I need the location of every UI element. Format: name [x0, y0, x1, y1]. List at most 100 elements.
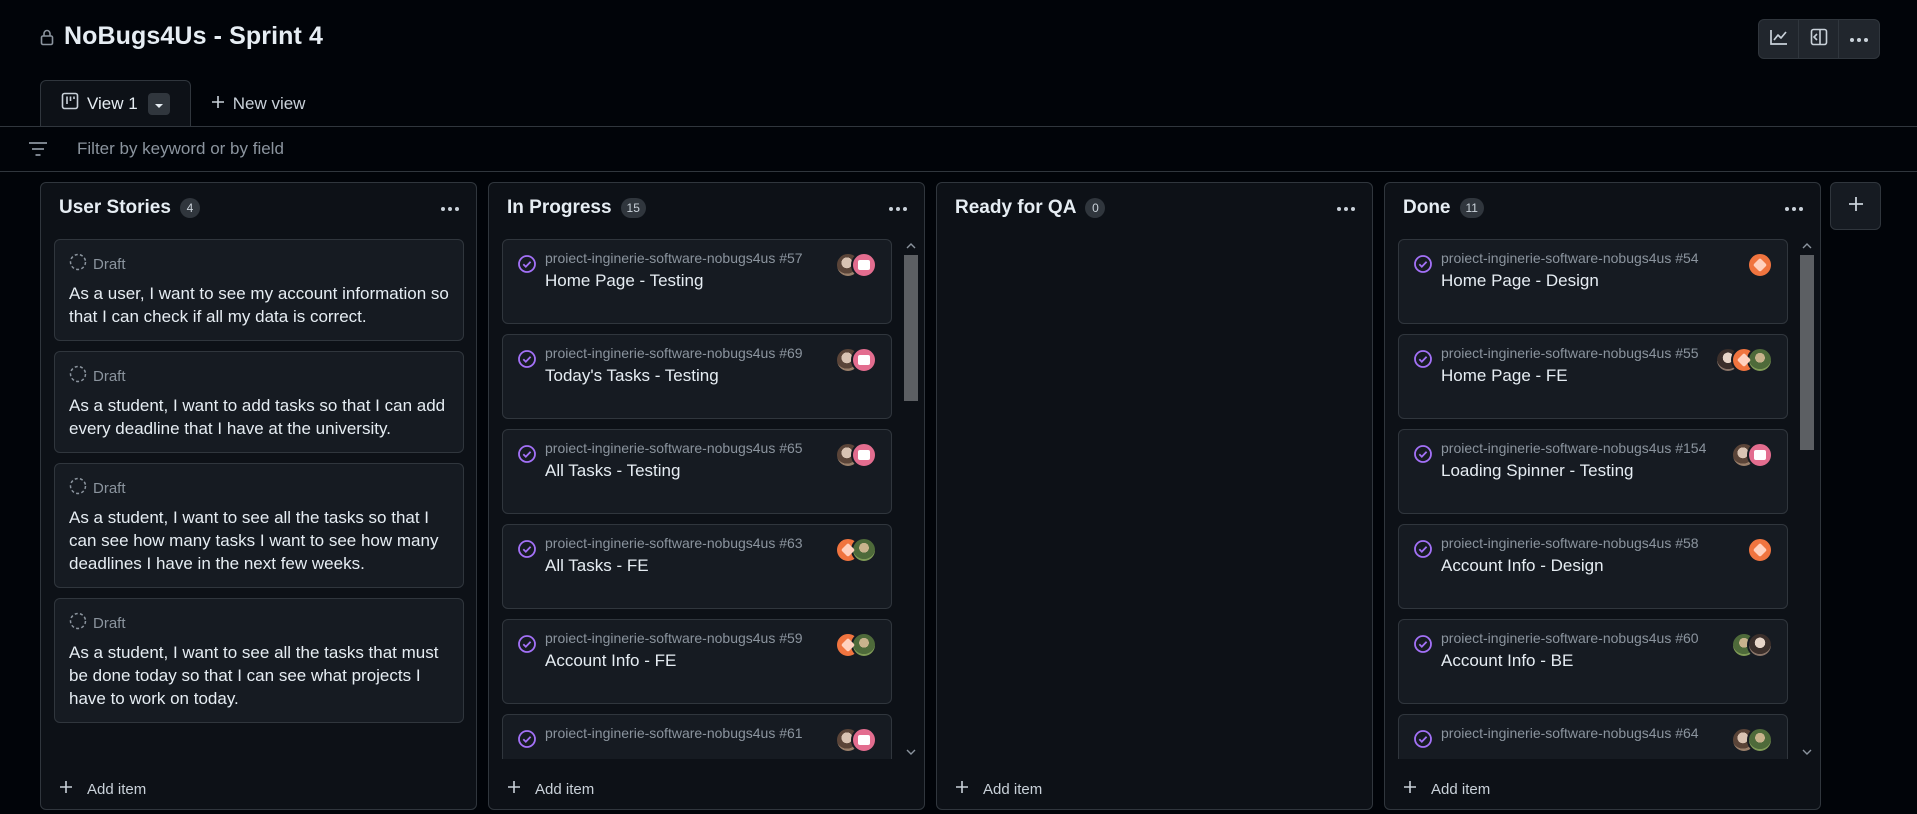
draft-card[interactable]: Draft As a student, I want to add tasks …	[54, 351, 464, 453]
issue-card[interactable]: proiect-inginerie-software-nobugs4us #63…	[502, 524, 892, 609]
column-menu-button[interactable]	[438, 197, 462, 219]
avatar[interactable]	[1747, 632, 1773, 658]
issue-reference[interactable]: proiect-inginerie-software-nobugs4us #15…	[1441, 439, 1726, 458]
card-text: As a student, I want to see all the task…	[69, 643, 439, 708]
kebab-horizontal-icon	[1849, 30, 1869, 48]
issue-title[interactable]: Account Info - BE	[1441, 651, 1726, 671]
issue-title[interactable]: Account Info - Design	[1441, 556, 1726, 576]
chevron-down-icon[interactable]	[902, 745, 920, 759]
issue-card[interactable]: proiect-inginerie-software-nobugs4us #64	[1398, 714, 1788, 759]
issue-title[interactable]: Today's Tasks - Testing	[545, 366, 830, 386]
insights-button[interactable]	[1759, 20, 1799, 58]
scrollbar[interactable]	[902, 239, 920, 759]
avatar[interactable]	[851, 632, 877, 658]
project-title-group: NoBugs4Us - Sprint 4	[40, 22, 323, 51]
issue-card[interactable]: proiect-inginerie-software-nobugs4us #55…	[1398, 334, 1788, 419]
column-count-badge: 11	[1459, 198, 1484, 218]
issue-row: proiect-inginerie-software-nobugs4us #64	[1413, 724, 1773, 754]
column-header: User Stories 4	[41, 183, 476, 233]
column-header: Ready for QA 0	[937, 183, 1372, 233]
issue-row: proiect-inginerie-software-nobugs4us #57…	[517, 249, 877, 291]
add-item-button[interactable]: Add item	[507, 777, 594, 801]
issue-reference[interactable]: proiect-inginerie-software-nobugs4us #63	[545, 534, 830, 553]
new-view-button[interactable]: New view	[191, 81, 326, 126]
view-options-button[interactable]	[147, 92, 170, 115]
filter-icon[interactable]	[28, 141, 52, 157]
issue-card[interactable]: proiect-inginerie-software-nobugs4us #57…	[502, 239, 892, 324]
add-item-button[interactable]: Add item	[955, 777, 1042, 801]
issue-title[interactable]: All Tasks - Testing	[545, 461, 830, 481]
draft-card[interactable]: Draft As a student, I want to see all th…	[54, 463, 464, 588]
avatar[interactable]	[851, 347, 877, 373]
scrollbar[interactable]	[1798, 239, 1816, 759]
scrollbar-thumb[interactable]	[904, 255, 918, 401]
plus-icon	[211, 94, 225, 114]
triangle-down-icon	[154, 94, 164, 114]
issue-reference[interactable]: proiect-inginerie-software-nobugs4us #64	[1441, 724, 1726, 743]
issue-card[interactable]: proiect-inginerie-software-nobugs4us #59…	[502, 619, 892, 704]
draft-card[interactable]: Draft As a user, I want to see my accoun…	[54, 239, 464, 341]
add-item-button[interactable]: Add item	[1403, 777, 1490, 801]
avatar[interactable]	[851, 537, 877, 563]
column-title: User Stories	[59, 197, 171, 218]
avatar[interactable]	[851, 252, 877, 278]
circle-check-icon	[517, 539, 537, 564]
column-menu-button[interactable]	[1334, 197, 1358, 219]
avatar[interactable]	[1747, 442, 1773, 468]
circle-check-icon	[517, 444, 537, 469]
issue-card[interactable]: proiect-inginerie-software-nobugs4us #54…	[1398, 239, 1788, 324]
assignees	[1747, 252, 1773, 278]
assignees	[835, 252, 877, 278]
chevron-up-icon[interactable]	[902, 239, 920, 253]
avatar[interactable]	[1747, 537, 1773, 563]
avatar[interactable]	[851, 442, 877, 468]
more-options-button[interactable]	[1839, 20, 1879, 58]
dashed-circle-icon	[69, 477, 87, 499]
view-tabs: View 1 New view	[40, 80, 326, 126]
issue-card[interactable]: proiect-inginerie-software-nobugs4us #15…	[1398, 429, 1788, 514]
avatar[interactable]	[1747, 727, 1773, 753]
assignees	[835, 442, 877, 468]
add-item-button[interactable]: Add item	[59, 777, 146, 801]
issue-card[interactable]: proiect-inginerie-software-nobugs4us #60…	[1398, 619, 1788, 704]
header-actions	[1758, 19, 1880, 59]
issue-card[interactable]: proiect-inginerie-software-nobugs4us #58…	[1398, 524, 1788, 609]
avatar[interactable]	[1747, 252, 1773, 278]
avatar[interactable]	[1747, 347, 1773, 373]
side-panel-button[interactable]	[1799, 20, 1839, 58]
chevron-down-icon[interactable]	[1798, 745, 1816, 759]
column-menu-button[interactable]	[1782, 197, 1806, 219]
filter-input[interactable]	[77, 139, 677, 159]
issue-card[interactable]: proiect-inginerie-software-nobugs4us #65…	[502, 429, 892, 514]
issue-title[interactable]: Home Page - Design	[1441, 271, 1726, 291]
issue-reference[interactable]: proiect-inginerie-software-nobugs4us #55	[1441, 344, 1726, 363]
chevron-up-icon[interactable]	[1798, 239, 1816, 253]
issue-card[interactable]: proiect-inginerie-software-nobugs4us #61	[502, 714, 892, 759]
issue-reference[interactable]: proiect-inginerie-software-nobugs4us #58	[1441, 534, 1726, 553]
scrollbar-thumb[interactable]	[1800, 255, 1814, 450]
column-menu-button[interactable]	[886, 197, 910, 219]
circle-check-icon	[1413, 729, 1433, 754]
issue-reference[interactable]: proiect-inginerie-software-nobugs4us #61	[545, 724, 830, 743]
circle-check-icon	[517, 729, 537, 754]
issue-reference[interactable]: proiect-inginerie-software-nobugs4us #65	[545, 439, 830, 458]
card-list: Draft As a user, I want to see my accoun…	[54, 239, 464, 759]
issue-title[interactable]: Account Info - FE	[545, 651, 830, 671]
issue-reference[interactable]: proiect-inginerie-software-nobugs4us #59	[545, 629, 830, 648]
issue-title[interactable]: Home Page - FE	[1441, 366, 1726, 386]
issue-card[interactable]: proiect-inginerie-software-nobugs4us #69…	[502, 334, 892, 419]
issue-reference[interactable]: proiect-inginerie-software-nobugs4us #57	[545, 249, 830, 268]
assignees	[835, 347, 877, 373]
issue-title[interactable]: Loading Spinner - Testing	[1441, 461, 1726, 481]
issue-reference[interactable]: proiect-inginerie-software-nobugs4us #54	[1441, 249, 1726, 268]
issue-reference[interactable]: proiect-inginerie-software-nobugs4us #60	[1441, 629, 1726, 648]
issue-title[interactable]: All Tasks - FE	[545, 556, 830, 576]
avatar[interactable]	[851, 727, 877, 753]
draft-card[interactable]: Draft As a student, I want to see all th…	[54, 598, 464, 723]
issue-reference[interactable]: proiect-inginerie-software-nobugs4us #69	[545, 344, 830, 363]
card-list	[950, 239, 1360, 759]
add-column-button[interactable]	[1830, 182, 1881, 230]
draft-label: Draft	[93, 479, 126, 497]
issue-title[interactable]: Home Page - Testing	[545, 271, 830, 291]
tab-view-1[interactable]: View 1	[40, 80, 191, 126]
